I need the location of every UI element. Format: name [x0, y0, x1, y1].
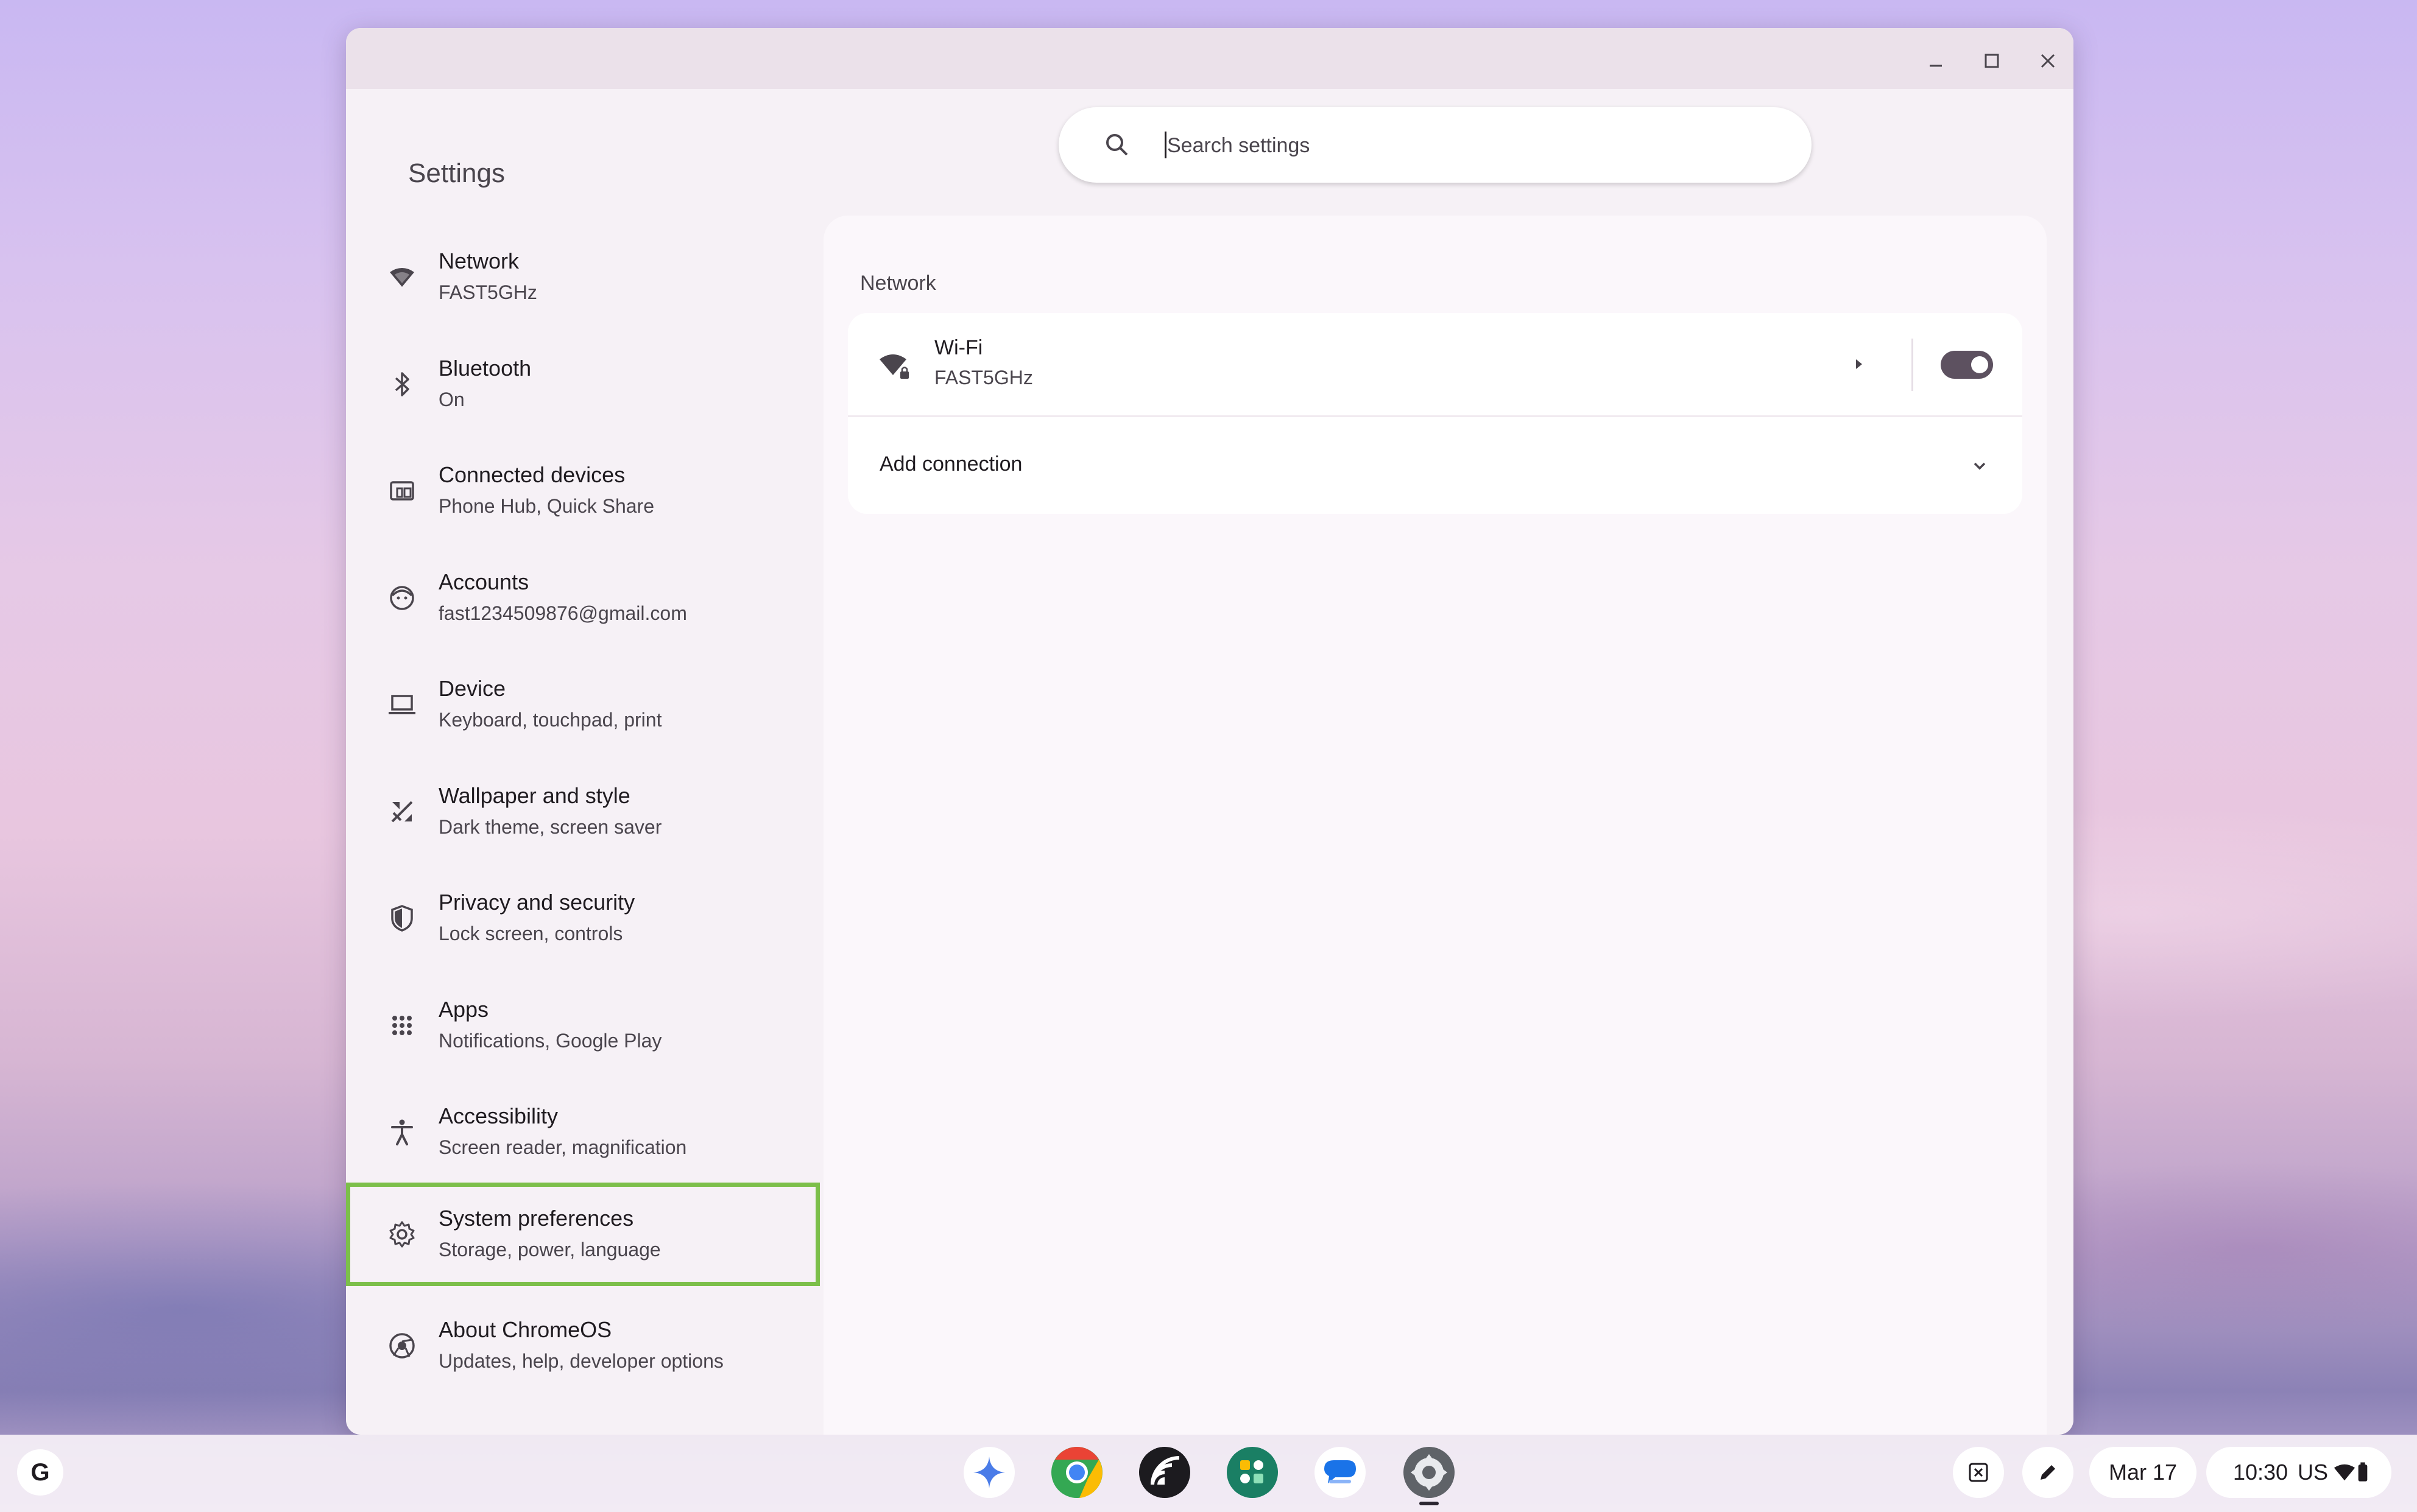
apps-grid-icon	[392, 1016, 412, 1035]
gear-icon	[389, 1221, 415, 1248]
wifi-icon	[390, 268, 414, 287]
section-title: Network	[860, 272, 936, 295]
network-card: Wi-Fi FAST5GHz Add connection	[848, 313, 2022, 514]
date-text: Mar 17	[2108, 1460, 2178, 1485]
chromeos-icon	[389, 1333, 415, 1359]
sidebar-item-title: Connected devices	[439, 462, 626, 487]
wifi-locked-icon	[880, 354, 909, 379]
sidebar-item-privacy[interactable]: Privacy and security Lock screen, contro…	[346, 867, 820, 970]
expand-button[interactable]	[1960, 446, 1999, 485]
search-input[interactable]	[1166, 121, 1777, 171]
sidebar-item-subtitle: On	[439, 389, 465, 410]
shield-icon	[391, 905, 413, 932]
maximize-icon	[1985, 54, 1999, 68]
shelf: G Mar 17 10:30 US	[0, 1435, 2417, 1512]
sidebar-item-title: Accounts	[439, 569, 529, 594]
sidebar-item-subtitle: Lock screen, controls	[439, 923, 623, 944]
sidebar-item-device[interactable]: Device Keyboard, touchpad, print	[346, 653, 820, 756]
add-connection-row[interactable]: Add connection	[848, 417, 2022, 514]
sidebar-item-bluetooth[interactable]: Bluetooth On	[346, 332, 820, 436]
settings-app[interactable]	[1401, 1444, 1457, 1500]
palette-brush-icon	[391, 801, 413, 823]
chevron-down-icon	[1974, 462, 1986, 470]
minimize-button[interactable]	[1919, 44, 1953, 78]
search-box[interactable]	[1059, 107, 1812, 183]
battery-icon	[2358, 1462, 2368, 1482]
stylus-tools-button[interactable]	[2022, 1447, 2073, 1498]
screen-capture-button[interactable]	[1953, 1447, 2004, 1498]
toggle-knob	[1971, 356, 1988, 373]
sidebar-item-apps[interactable]: Apps Notifications, Google Play	[346, 974, 820, 1077]
status-tray[interactable]: 10:30 US	[2206, 1447, 2391, 1498]
wifi-status-icon	[2334, 1464, 2355, 1481]
sidebar-item-subtitle: Keyboard, touchpad, print	[439, 709, 662, 731]
chrome-icon	[1051, 1447, 1103, 1498]
sidebar-item-subtitle: fast1234509876@gmail.com	[439, 602, 687, 624]
sidebar-item-about-chromeos[interactable]: About ChromeOS Updates, help, developer …	[346, 1294, 820, 1398]
settings-icon	[1403, 1447, 1455, 1498]
launcher-button[interactable]: G	[17, 1449, 63, 1496]
wifi-toggle[interactable]	[1941, 351, 1993, 379]
locale-text: US	[2298, 1460, 2329, 1485]
stream-app[interactable]	[1137, 1444, 1193, 1500]
close-button[interactable]	[2031, 44, 2065, 78]
sidebar-item-network[interactable]: Network FAST5GHz	[346, 225, 820, 329]
sidebar-item-subtitle: Storage, power, language	[439, 1239, 661, 1261]
messages-icon	[1314, 1447, 1366, 1498]
add-connection-label: Add connection	[880, 452, 1023, 476]
sidebar-item-title: System preferences	[439, 1206, 634, 1231]
active-app-indicator	[1419, 1502, 1439, 1505]
window-titlebar[interactable]	[346, 28, 2073, 89]
sidebar-item-title: About ChromeOS	[439, 1317, 612, 1342]
nearby-stream-icon	[1139, 1447, 1190, 1498]
wifi-network-name: FAST5GHz	[934, 367, 1033, 389]
sidebar-item-title: Apps	[439, 997, 489, 1022]
sidebar-item-subtitle: Updates, help, developer options	[439, 1350, 724, 1372]
sidebar-item-title: Wallpaper and style	[439, 783, 630, 808]
bluetooth-icon	[395, 372, 409, 396]
time-text: 10:30	[2232, 1460, 2288, 1485]
messages-app[interactable]	[1312, 1444, 1368, 1500]
gemini-app[interactable]	[961, 1444, 1017, 1500]
search-icon	[1106, 134, 1128, 156]
google-one-icon	[1227, 1447, 1278, 1498]
sidebar-item-accounts[interactable]: Accounts fast1234509876@gmail.com	[346, 546, 820, 650]
google-one-app[interactable]	[1224, 1444, 1280, 1500]
laptop-icon	[389, 695, 415, 714]
divider	[1911, 339, 1913, 391]
accessibility-icon	[391, 1119, 413, 1145]
chrome-app[interactable]	[1049, 1444, 1105, 1500]
settings-window: Settings Network FAST5GHz Bluetooth On C…	[346, 28, 2073, 1435]
sidebar-item-title: Device	[439, 676, 506, 701]
sidebar-item-title: Privacy and security	[439, 890, 635, 915]
gemini-icon	[964, 1447, 1015, 1498]
close-icon	[2041, 54, 2055, 68]
date-tray[interactable]: Mar 17	[2089, 1447, 2196, 1498]
wifi-row[interactable]: Wi-Fi FAST5GHz	[848, 313, 2022, 415]
sidebar-item-system-preferences[interactable]: System preferences Storage, power, langu…	[346, 1183, 820, 1286]
connected-devices-icon	[390, 481, 414, 501]
sidebar-item-subtitle: Dark theme, screen saver	[439, 816, 662, 838]
sidebar-item-subtitle: Phone Hub, Quick Share	[439, 495, 654, 517]
sidebar-item-accessibility[interactable]: Accessibility Screen reader, magnificati…	[346, 1080, 820, 1184]
pen-icon	[2041, 1465, 2055, 1480]
account-icon	[390, 586, 414, 610]
minimize-icon	[1930, 65, 1942, 67]
screenshot-icon	[1969, 1463, 1988, 1482]
maximize-button[interactable]	[1975, 44, 2009, 78]
sidebar-item-connected-devices[interactable]: Connected devices Phone Hub, Quick Share	[346, 439, 820, 543]
sidebar-item-wallpaper[interactable]: Wallpaper and style Dark theme, screen s…	[346, 760, 820, 863]
main-content-panel: Network Wi-Fi FAST5GHz Add connection	[824, 216, 2047, 1435]
sidebar-item-title: Accessibility	[439, 1103, 559, 1128]
sidebar-item-subtitle: FAST5GHz	[439, 281, 537, 303]
sidebar-item-subtitle: Screen reader, magnification	[439, 1136, 687, 1158]
page-title: Settings	[408, 158, 505, 188]
sidebar-item-title: Network	[439, 248, 520, 273]
wifi-details-button[interactable]	[1841, 346, 1877, 382]
wifi-title: Wi-Fi	[934, 336, 983, 359]
sidebar-item-subtitle: Notifications, Google Play	[439, 1030, 662, 1052]
sidebar-item-title: Bluetooth	[439, 356, 532, 381]
arrow-right-icon	[1856, 359, 1862, 369]
